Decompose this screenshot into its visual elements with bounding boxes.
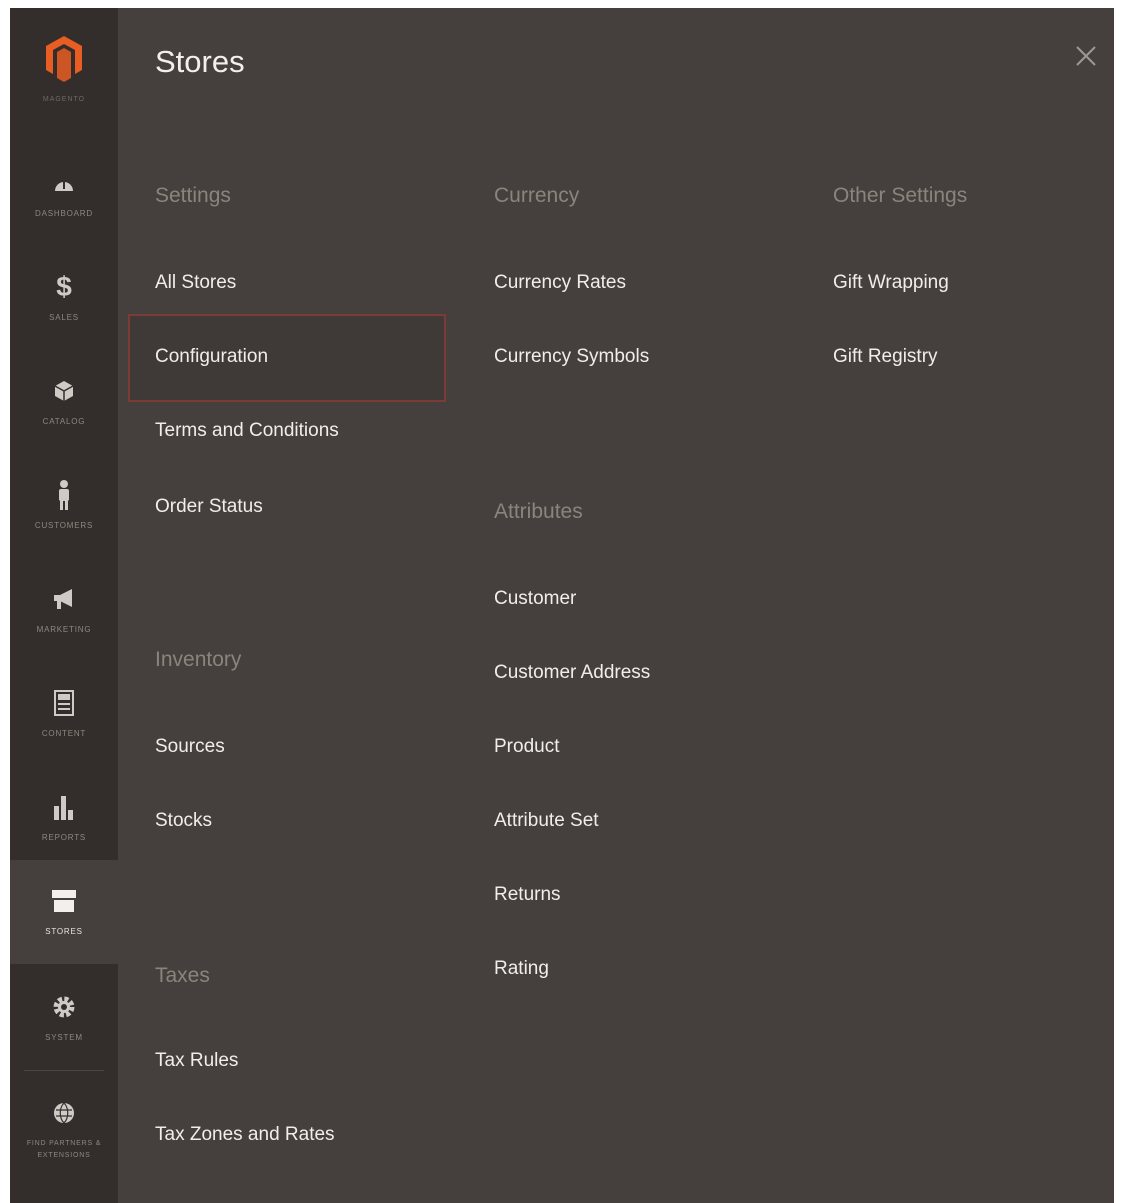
- sidebar-item-marketing[interactable]: Marketing: [10, 558, 118, 662]
- menu-link-tax-rules[interactable]: Tax Rules: [155, 1050, 238, 1072]
- menu-link-stocks[interactable]: Stocks: [155, 810, 212, 832]
- sidebar-divider: [24, 1070, 104, 1071]
- sidebar-item-label: Content: [41, 729, 87, 738]
- person-icon: [57, 480, 71, 510]
- menu-link-order-status[interactable]: Order Status: [155, 496, 263, 518]
- menu-link-terms-and-conditions[interactable]: Terms and Conditions: [155, 420, 339, 442]
- menu-link-attribute-set[interactable]: Attribute Set: [494, 810, 599, 832]
- close-icon: [1076, 46, 1096, 66]
- sidebar-item-customers[interactable]: Customers: [10, 454, 118, 558]
- layout-icon: [54, 688, 74, 718]
- menu-link-gift-registry[interactable]: Gift Registry: [833, 346, 938, 368]
- sidebar-item-label: System: [45, 1033, 83, 1042]
- menu-link-product[interactable]: Product: [494, 736, 559, 758]
- menu-link-currency-symbols[interactable]: Currency Symbols: [494, 346, 649, 368]
- logo-caption: MAGENTO: [42, 96, 86, 103]
- menu-link-all-stores[interactable]: All Stores: [155, 272, 236, 294]
- sidebar-item-system[interactable]: System: [10, 966, 118, 1070]
- section-heading-currency: Currency: [494, 184, 580, 207]
- menu-link-configuration[interactable]: Configuration: [155, 346, 268, 368]
- sidebar-item-label: Find Partners & Extensions: [26, 1140, 102, 1159]
- sidebar-item-label: Sales: [49, 313, 79, 322]
- sidebar-item-catalog[interactable]: Catalog: [10, 350, 118, 454]
- puzzle-globe-icon: [52, 1098, 76, 1128]
- menu-link-sources[interactable]: Sources: [155, 736, 225, 758]
- bar-chart-icon: [53, 792, 75, 822]
- sidebar-item-find-partners[interactable]: Find Partners & Extensions: [10, 1072, 118, 1192]
- megaphone-icon: [52, 584, 76, 614]
- stores-menu-frame: MAGENTO Dashboard $ Sales Catalog Custom…: [10, 8, 1114, 1203]
- sidebar-item-content[interactable]: Content: [10, 662, 118, 766]
- sidebar-item-reports[interactable]: Reports: [10, 766, 118, 870]
- gear-icon: [51, 992, 77, 1022]
- sidebar-item-label: Dashboard: [35, 209, 93, 218]
- sidebar-item-label: Customers: [34, 521, 94, 530]
- section-heading-inventory: Inventory: [155, 648, 242, 671]
- menu-link-customer[interactable]: Customer: [494, 588, 576, 610]
- sidebar-item-dashboard[interactable]: Dashboard: [10, 142, 118, 246]
- sidebar-item-label: Marketing: [36, 625, 92, 634]
- menu-link-customer-address[interactable]: Customer Address: [494, 662, 650, 684]
- dashboard-icon: [53, 168, 75, 198]
- close-button[interactable]: [1068, 38, 1104, 74]
- section-heading-taxes: Taxes: [155, 964, 210, 987]
- menu-link-tax-zones-and-rates[interactable]: Tax Zones and Rates: [155, 1124, 335, 1146]
- sidebar-item-stores[interactable]: Stores: [10, 860, 118, 964]
- sidebar-item-label: Stores: [45, 927, 83, 936]
- sidebar-item-sales[interactable]: $ Sales: [10, 246, 118, 350]
- menu-link-rating[interactable]: Rating: [494, 958, 549, 980]
- menu-link-gift-wrapping[interactable]: Gift Wrapping: [833, 272, 949, 294]
- sidebar-item-label: Catalog: [42, 417, 86, 426]
- panel-title: Stores: [155, 44, 245, 79]
- cube-icon: [54, 376, 74, 406]
- section-heading-attributes: Attributes: [494, 500, 583, 523]
- menu-link-returns[interactable]: Returns: [494, 884, 561, 906]
- store-icon: [51, 886, 77, 916]
- magento-logo-icon: [46, 36, 82, 82]
- admin-sidebar: MAGENTO Dashboard $ Sales Catalog Custom…: [10, 8, 118, 1203]
- sidebar-item-label: Reports: [41, 833, 87, 842]
- dollar-icon: $: [56, 271, 72, 302]
- section-heading-settings: Settings: [155, 184, 231, 207]
- section-heading-other-settings: Other Settings: [833, 184, 968, 207]
- magento-logo[interactable]: MAGENTO: [10, 8, 118, 138]
- menu-link-currency-rates[interactable]: Currency Rates: [494, 272, 626, 294]
